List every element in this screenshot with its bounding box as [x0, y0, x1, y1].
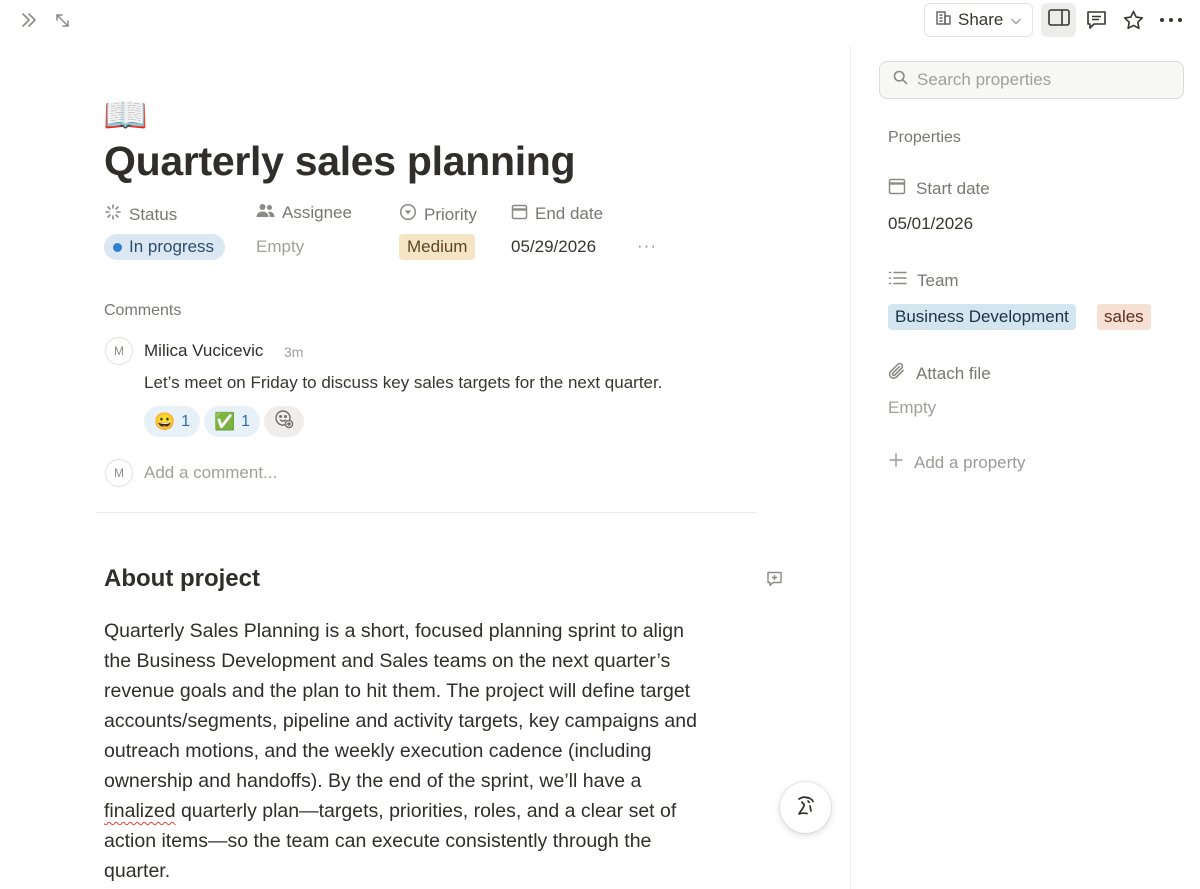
about-heading[interactable]: About project	[104, 565, 260, 593]
priority-label: Priority	[424, 204, 477, 224]
avatar: M	[105, 459, 133, 487]
start-date-value[interactable]: 05/01/2026	[888, 214, 973, 234]
grinning-face-emoji-icon: 😀	[154, 411, 176, 431]
about-line: outreach motions, and the weekly executi…	[104, 740, 652, 762]
add-reaction-button[interactable]	[264, 406, 304, 437]
search-properties-input[interactable]	[917, 70, 1167, 90]
property-status[interactable]: Status	[104, 203, 177, 226]
add-comment-input[interactable]: Add a comment...	[144, 463, 277, 483]
reaction-check[interactable]: ✅ 1	[204, 406, 261, 437]
attach-file-label: Attach file	[916, 364, 991, 383]
assignee-label: Assignee	[282, 203, 352, 222]
page-emoji-icon[interactable]: 📖	[103, 95, 148, 135]
status-badge[interactable]: In progress	[104, 234, 226, 260]
about-line: Quarterly Sales Planning is a short, foc…	[104, 620, 684, 642]
properties-panel: Properties Start date 05/01/2026 Team Bu…	[850, 46, 1200, 889]
check-mark-emoji-icon: ✅	[214, 411, 236, 431]
search-properties-field[interactable]	[879, 61, 1184, 99]
search-icon	[893, 70, 908, 90]
add-emoji-icon	[274, 409, 294, 434]
status-dot	[113, 242, 122, 252]
property-assignee[interactable]: Assignee	[256, 203, 352, 223]
calendar-icon	[888, 177, 906, 200]
comment-icon[interactable]	[1084, 8, 1108, 32]
share-button[interactable]: Share	[924, 3, 1033, 37]
end-date-value[interactable]: 05/29/2026	[511, 237, 596, 257]
priority-icon	[399, 203, 417, 226]
about-line: finalized quarterly plan—targets, priori…	[104, 796, 744, 826]
people-icon	[256, 203, 275, 223]
property-priority[interactable]: Priority	[399, 203, 477, 226]
divider	[97, 512, 756, 513]
assignee-value[interactable]: Empty	[256, 237, 304, 257]
building-icon	[935, 9, 952, 31]
team-label: Team	[917, 270, 959, 290]
more-icon[interactable]	[1158, 8, 1184, 32]
page-title[interactable]: Quarterly sales planning	[104, 138, 576, 185]
side-panel-toggle-button[interactable]	[1041, 3, 1076, 37]
double-chevron-right-icon[interactable]	[18, 9, 40, 31]
status-value: In progress	[129, 237, 215, 256]
plus-icon	[888, 452, 904, 473]
about-line: the Business Development and Sales teams…	[104, 650, 671, 672]
properties-heading: Properties	[888, 129, 961, 146]
about-line-rest: quarterly plan—targets, priorities, role…	[175, 800, 677, 822]
about-line: ownership and handoffs). By the end of t…	[104, 770, 642, 792]
comment-author[interactable]: Milica Vucicevic	[144, 341, 263, 361]
comment-time: 3m	[284, 344, 304, 360]
page-content: 📖 Quarterly sales planning Status Assign…	[0, 40, 850, 889]
share-label: Share	[958, 10, 1004, 29]
ai-face-icon	[793, 792, 819, 823]
priority-badge[interactable]: Medium	[399, 234, 476, 260]
star-icon[interactable]	[1121, 8, 1145, 32]
top-bar: Share	[0, 0, 1200, 40]
avatar: M	[105, 337, 133, 365]
misspelled-word[interactable]: finalized	[104, 800, 176, 822]
more-properties-icon[interactable]: ···	[637, 236, 657, 256]
about-paragraph[interactable]: Quarterly Sales Planning is a short, foc…	[104, 616, 744, 886]
end-date-label: End date	[535, 204, 604, 223]
calendar-icon	[511, 203, 528, 225]
paperclip-icon	[888, 362, 906, 386]
reaction-count: 1	[181, 412, 191, 430]
expand-icon[interactable]	[51, 9, 73, 31]
about-line: revenue goals and the plan to hit them. …	[104, 680, 691, 702]
side-panel-icon	[1047, 9, 1070, 31]
property-end-date[interactable]: End date	[511, 203, 603, 225]
status-label: Status	[129, 204, 178, 224]
add-property-button[interactable]: Add a property	[888, 452, 1026, 473]
about-line: accounts/segments, pipeline and activity…	[104, 710, 697, 732]
ai-assistant-button[interactable]	[780, 782, 831, 833]
chevron-down-icon	[1011, 10, 1022, 30]
reaction-count: 1	[241, 412, 251, 430]
attach-file-value[interactable]: Empty	[888, 398, 936, 418]
comments-heading: Comments	[104, 302, 182, 319]
about-line: action items—so the team can execute con…	[104, 830, 652, 852]
team-tag-business-development[interactable]: Business Development	[888, 304, 1076, 330]
property-team[interactable]: Team	[888, 270, 959, 291]
reaction-grinning[interactable]: 😀 1	[144, 406, 201, 437]
add-comment-icon[interactable]	[766, 571, 783, 592]
list-icon	[888, 270, 907, 291]
loading-spinner-icon	[104, 203, 122, 226]
property-start-date[interactable]: Start date	[888, 177, 990, 200]
about-line: quarter.	[104, 860, 171, 882]
add-property-label: Add a property	[914, 452, 1026, 472]
property-attach-file[interactable]: Attach file	[888, 362, 991, 386]
start-date-label: Start date	[916, 178, 990, 198]
team-tag-sales[interactable]: sales	[1097, 304, 1151, 330]
comment-text: Let’s meet on Friday to discuss key sale…	[144, 373, 663, 392]
